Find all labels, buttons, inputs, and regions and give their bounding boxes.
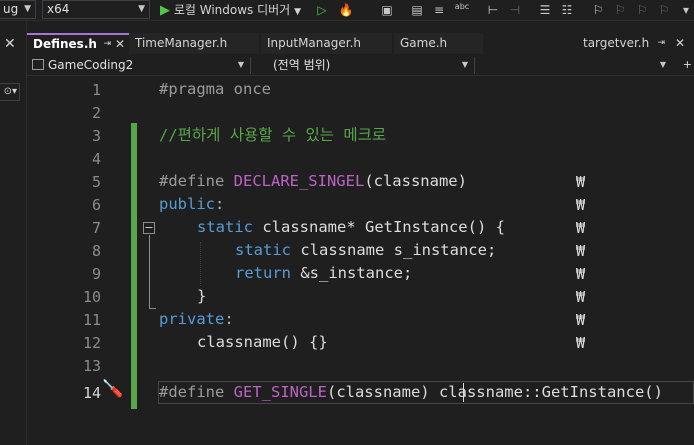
code-editor[interactable]: 1 2 3 4 5 6 7 8 9 10 11 12 13 14 🪛 − #pr… bbox=[27, 77, 694, 445]
left-tool-strip: ✕ ⊙▾ bbox=[0, 21, 27, 445]
close-icon[interactable]: ✕ bbox=[4, 36, 16, 52]
start-debugger-button[interactable]: ▶ 로컬 Windows 디버거 ▼ bbox=[160, 0, 301, 20]
quick-actions-icon[interactable]: 🪛 bbox=[102, 379, 123, 399]
tab-label: Defines.h bbox=[33, 37, 97, 51]
line-number: 5 bbox=[91, 173, 101, 191]
tab-inputmanager-h[interactable]: InputManager.h bbox=[261, 33, 393, 54]
code-line-7: static classname* GetInstance() { bbox=[197, 218, 505, 236]
chevron-down-icon: ▼ bbox=[659, 60, 666, 69]
member-combo[interactable]: ▼ + bbox=[477, 57, 694, 74]
code-line-3: //편하게 사용할 수 있는 메크로 bbox=[159, 126, 387, 144]
line-number: 10 bbox=[82, 288, 101, 306]
line-number: 8 bbox=[91, 242, 101, 260]
line-continuation: ₩ bbox=[576, 334, 586, 352]
line-continuation: ₩ bbox=[576, 242, 586, 260]
main-toolbar: ug ▼ x64 ▼ ▶ 로컬 Windows 디버거 ▼ ▷ 🔥 ▣ ▤ ≡ … bbox=[0, 0, 694, 21]
change-tracking-bar bbox=[131, 123, 137, 409]
line-continuation: ₩ bbox=[576, 265, 586, 283]
editor-tab-bar: Defines.h ⇥ ✕ TimeManager.h InputManager… bbox=[27, 33, 694, 55]
outline-line bbox=[149, 235, 150, 308]
line-number-current: 14 bbox=[82, 384, 101, 402]
configuration-value: ug bbox=[3, 2, 19, 16]
line-number: 12 bbox=[82, 334, 101, 352]
line-number: 7 bbox=[91, 219, 101, 237]
code-line-10: } bbox=[197, 287, 207, 305]
tab-defines-h[interactable]: Defines.h ⇥ ✕ bbox=[27, 33, 130, 54]
split-icon[interactable]: + bbox=[683, 57, 692, 73]
code-line-12: classname() {} bbox=[197, 333, 328, 351]
comment-icon[interactable]: ☰ bbox=[537, 2, 553, 18]
tab-label: TimeManager.h bbox=[135, 36, 228, 50]
text-caret bbox=[463, 383, 464, 402]
tab-game-h[interactable]: Game.h bbox=[394, 33, 484, 54]
current-line-highlight bbox=[158, 381, 694, 404]
scope-label: (전역 범위) bbox=[273, 58, 331, 72]
project-label: GameCoding2 bbox=[48, 58, 134, 72]
line-number: 11 bbox=[82, 311, 101, 329]
solution-explorer-icon[interactable]: ▣ bbox=[379, 2, 395, 18]
line-number: 4 bbox=[91, 150, 101, 168]
close-icon[interactable]: ✕ bbox=[115, 35, 125, 53]
line-continuation: ₩ bbox=[576, 219, 586, 237]
chevron-down-icon: ▼ bbox=[138, 4, 145, 14]
project-combo[interactable]: GameCoding2 ▼ bbox=[29, 57, 251, 74]
spell-label: abc bbox=[454, 2, 470, 11]
platform-value: x64 bbox=[47, 2, 70, 16]
project-icon bbox=[32, 59, 44, 70]
line-number: 3 bbox=[91, 127, 101, 145]
line-continuation: ₩ bbox=[576, 173, 586, 191]
platform-combo[interactable]: x64 ▼ bbox=[42, 0, 150, 19]
chevron-down-icon: ▼ bbox=[461, 60, 468, 69]
line-number: 6 bbox=[91, 196, 101, 214]
layout-icon[interactable]: ▤ bbox=[409, 2, 425, 18]
tab-label: InputManager.h bbox=[267, 36, 361, 50]
hot-reload-icon[interactable]: 🔥 bbox=[338, 2, 354, 18]
pin-icon[interactable]: ⇥ bbox=[657, 33, 665, 53]
tab-label: Game.h bbox=[400, 36, 448, 50]
code-line-1: #pragma once bbox=[159, 80, 271, 98]
scope-combo[interactable]: (전역 범위) ▼ bbox=[253, 57, 475, 74]
chevron-down-icon: ▼ bbox=[294, 7, 301, 17]
code-line-11: private: bbox=[159, 310, 234, 328]
line-number-gutter: 1 2 3 4 5 6 7 8 9 10 11 12 13 14 bbox=[67, 77, 101, 445]
pin-icon[interactable]: ⇥ bbox=[103, 35, 111, 53]
code-line-6: public: bbox=[159, 195, 225, 213]
code-line-9: return &s_instance; bbox=[235, 264, 413, 282]
start-without-debugging-icon[interactable]: ▷ bbox=[314, 2, 330, 18]
line-continuation: ₩ bbox=[576, 311, 586, 329]
line-number: 9 bbox=[91, 265, 101, 283]
close-icon[interactable]: ✕ bbox=[675, 33, 685, 53]
chevron-down-icon: ▼ bbox=[24, 4, 31, 14]
tab-targetver-h[interactable]: targetver.h ⇥ ✕ bbox=[577, 33, 694, 54]
configuration-combo[interactable]: ug ▼ bbox=[0, 0, 36, 19]
line-continuation: ₩ bbox=[576, 196, 586, 214]
chevron-down-icon: ▼ bbox=[237, 60, 244, 69]
format-icon[interactable]: ≡ bbox=[431, 2, 447, 18]
outdent-icon[interactable]: ⊣ bbox=[507, 2, 523, 18]
uncomment-icon[interactable]: ☷ bbox=[559, 2, 575, 18]
next-bookmark-icon[interactable]: ⚐ bbox=[634, 2, 650, 18]
play-icon: ▶ bbox=[160, 3, 170, 18]
line-number: 2 bbox=[91, 104, 101, 122]
line-number: 1 bbox=[91, 81, 101, 99]
indent-icon[interactable]: ⊢ bbox=[485, 2, 501, 18]
code-line-5: #define DECLARE_SINGEL(classname) bbox=[159, 172, 467, 190]
bookmark-icon[interactable]: ⚐ bbox=[590, 2, 606, 18]
line-continuation: ₩ bbox=[576, 288, 586, 306]
prev-bookmark-icon[interactable]: ⚐ bbox=[612, 2, 628, 18]
search-scope-icon[interactable]: ⊙▾ bbox=[0, 83, 20, 101]
indent-guide bbox=[200, 242, 201, 286]
tab-timemanager-h[interactable]: TimeManager.h bbox=[129, 33, 260, 54]
collapse-icon[interactable]: − bbox=[143, 222, 155, 234]
debugger-label: 로컬 Windows 디버거 bbox=[173, 3, 291, 17]
outline-end bbox=[149, 308, 156, 309]
navigation-bar: GameCoding2 ▼ (전역 범위) ▼ ▼ + bbox=[27, 56, 694, 76]
spell-check-icon[interactable]: abc bbox=[454, 2, 470, 18]
code-line-8: static classname s_instance; bbox=[235, 241, 497, 259]
toolbar-overflow-icon[interactable]: ▾ bbox=[678, 2, 694, 18]
clear-bookmark-icon[interactable]: ⚐ bbox=[656, 2, 672, 18]
line-number: 13 bbox=[82, 357, 101, 375]
tab-label: targetver.h bbox=[583, 36, 650, 50]
